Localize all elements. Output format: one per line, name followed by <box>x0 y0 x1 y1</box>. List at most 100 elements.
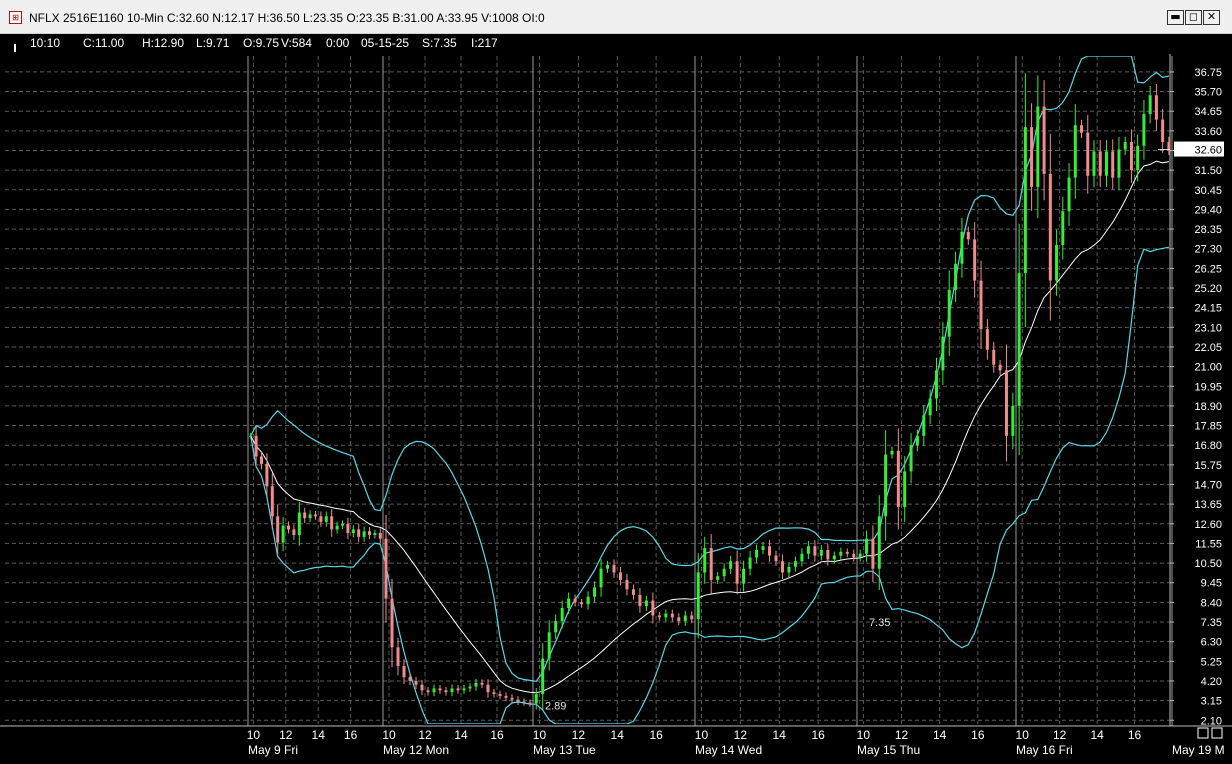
info-low: L:9.71 <box>196 36 230 50</box>
time-tick-label: 10 <box>695 728 709 742</box>
candle-down <box>357 529 361 537</box>
candle-up <box>547 632 551 659</box>
candle-down <box>985 329 989 350</box>
candle-down <box>420 684 424 691</box>
candle-down <box>735 561 739 584</box>
candle-up <box>567 598 571 608</box>
candle-up <box>664 613 668 618</box>
price-tick-label: 4.20 <box>1201 676 1222 688</box>
candle-up <box>1061 211 1065 245</box>
candle-up <box>947 289 951 337</box>
price-tick-label: 12.60 <box>1194 519 1222 531</box>
candle-down <box>480 682 484 685</box>
candle-up <box>373 533 377 536</box>
candle-down <box>992 349 996 365</box>
time-tick-label: 12 <box>572 728 586 742</box>
price-tick-label: 21.00 <box>1194 362 1222 374</box>
candle-up <box>696 572 700 620</box>
candle-up <box>935 370 938 399</box>
candle-up <box>1023 127 1027 274</box>
time-tick-label: 10 <box>382 728 396 742</box>
low-price-annotation: 2.89 <box>545 700 566 712</box>
candle-down <box>580 602 584 605</box>
candle-down <box>966 231 970 240</box>
time-tick-label: 12 <box>279 728 293 742</box>
candle-down <box>780 561 784 573</box>
candle-down <box>330 516 334 530</box>
candle-down <box>709 548 713 580</box>
price-tick-label: 18.90 <box>1194 401 1222 413</box>
candle-down <box>768 546 772 556</box>
price-tick-label: 24.15 <box>1194 303 1222 315</box>
price-tick-label: 14.70 <box>1194 479 1222 491</box>
candle-up <box>554 621 558 633</box>
candle-down <box>871 538 875 569</box>
candle-down <box>973 239 977 281</box>
candle-down <box>1154 95 1158 120</box>
candle-down <box>516 699 520 702</box>
candle-down <box>1004 370 1008 436</box>
day-label: May 13 Tue <box>533 743 596 757</box>
time-tick-label: 14 <box>312 728 326 742</box>
candle-up <box>1123 142 1127 150</box>
candle-up <box>474 682 478 687</box>
candle-down <box>368 531 371 536</box>
candle-down <box>852 553 856 558</box>
candle-up <box>909 445 913 472</box>
info-change: 0:00 <box>326 36 350 50</box>
maximize-button[interactable]: ◻ <box>1185 10 1202 25</box>
candle-down <box>774 555 778 562</box>
candle-down <box>303 512 307 519</box>
candle-up <box>748 557 752 569</box>
time-tick-label: 16 <box>971 728 985 742</box>
candle-down <box>292 529 296 536</box>
price-tick-label: 30.45 <box>1194 185 1222 197</box>
candle-down <box>346 523 350 534</box>
time-tick-label: 16 <box>490 728 504 742</box>
price-tick-label: 9.45 <box>1201 578 1222 590</box>
candle-up <box>593 587 597 597</box>
candle-up <box>793 561 797 567</box>
minimize-button[interactable]: ▬ <box>1167 10 1184 25</box>
price-tick-label: 27.30 <box>1194 244 1222 256</box>
candle-up <box>644 600 648 607</box>
window-title: NFLX 2516E1160 10-Min C:32.60 N:12.17 H:… <box>29 11 545 25</box>
info-strike: S:7.35 <box>422 36 457 50</box>
time-tick-label: 10 <box>1016 728 1030 742</box>
candle-up <box>865 538 869 554</box>
data-window-bar <box>0 34 1232 54</box>
time-tick-label: 14 <box>454 728 468 742</box>
price-tick-label: 19.95 <box>1194 381 1222 393</box>
time-tick-label: 16 <box>649 728 663 742</box>
candle-down <box>396 647 400 666</box>
candle-up <box>249 435 253 437</box>
candle-down <box>612 564 616 573</box>
candle-down <box>638 594 642 607</box>
candle-down <box>319 516 323 522</box>
candle-down <box>998 364 1002 371</box>
info-open: O:9.75 <box>243 36 280 50</box>
candle-up <box>560 607 564 622</box>
candle-down <box>573 598 577 603</box>
candle-up <box>729 561 733 569</box>
close-button[interactable]: ✕ <box>1203 10 1220 25</box>
candle-down <box>528 702 532 704</box>
price-tick-label: 3.15 <box>1201 696 1222 708</box>
candle-up <box>1036 106 1040 187</box>
price-tick-label: 29.40 <box>1194 204 1222 216</box>
time-tick-label: 16 <box>344 728 358 742</box>
candle-up <box>586 596 590 605</box>
candle-down <box>522 701 526 703</box>
candle-down <box>492 692 496 695</box>
candle-down <box>631 589 635 595</box>
price-tick-label: 26.25 <box>1194 263 1222 275</box>
price-tick-label: 34.65 <box>1194 106 1222 118</box>
price-chart[interactable]: 36.7535.7034.6533.6032.5531.5030.4529.40… <box>0 54 1232 764</box>
time-tick-label: 16 <box>811 728 825 742</box>
candle-up <box>281 525 285 543</box>
candle-up <box>1067 177 1071 212</box>
candle-down <box>625 579 629 590</box>
candle-down <box>1167 142 1171 150</box>
candle-down <box>504 695 508 698</box>
candle-down <box>384 538 388 599</box>
